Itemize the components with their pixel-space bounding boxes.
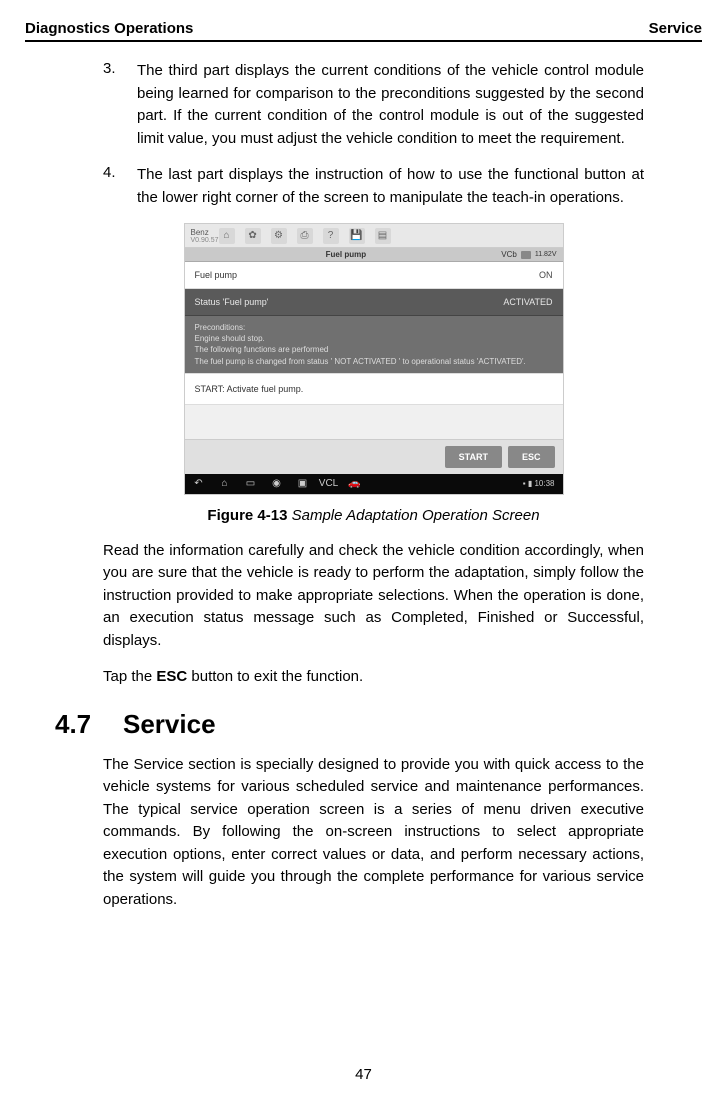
row-label: Fuel pump xyxy=(195,270,540,280)
section-number: 4.7 xyxy=(55,709,123,740)
app-icon[interactable]: ▣ xyxy=(297,478,309,490)
header-left: Diagnostics Operations xyxy=(25,20,193,37)
data-row-fuel-pump: Fuel pump ON xyxy=(185,262,563,289)
titlebar-center: Fuel pump xyxy=(191,250,502,259)
battery-value: 11.82V xyxy=(535,251,557,258)
blank-area xyxy=(185,405,563,439)
help-icon[interactable]: ? xyxy=(323,228,339,244)
preconditions-block: Preconditions: Engine should stop. The f… xyxy=(185,316,563,373)
header-right: Service xyxy=(649,20,702,37)
list-number: 4. xyxy=(103,164,137,209)
row-value: ACTIVATED xyxy=(503,297,552,307)
text-bold-esc: ESC xyxy=(156,668,187,685)
app-screenshot: Benz V0.90.57 ⌂ ✿ ⚙ ⎙ ? 💾 ▤ Fuel pump VC… xyxy=(184,223,564,495)
preconditions-line: The following functions are performed xyxy=(195,344,553,355)
home-icon[interactable]: ⌂ xyxy=(219,228,235,244)
esc-button[interactable]: ESC xyxy=(508,446,555,468)
preconditions-line: The fuel pump is changed from status ' N… xyxy=(195,356,553,367)
preconditions-title: Preconditions: xyxy=(195,322,553,333)
back-icon[interactable]: ↶ xyxy=(193,478,205,490)
section-title: Service xyxy=(123,709,216,740)
brand-version: V0.90.57 xyxy=(191,237,219,244)
page-number: 47 xyxy=(0,1066,727,1083)
app-titlebar: Fuel pump VCb 11.82V xyxy=(185,248,563,262)
instruction-row: START: Activate fuel pump. xyxy=(185,373,563,405)
nav-icons: ↶ ⌂ ▭ ◉ ▣ VCL 🚗 xyxy=(193,478,523,490)
save-icon[interactable]: 💾 xyxy=(349,228,365,244)
print-icon[interactable]: ⎙ xyxy=(297,228,313,244)
app-footer: START ESC xyxy=(185,439,563,474)
nav-home-icon[interactable]: ⌂ xyxy=(219,478,231,490)
camera-icon[interactable]: ◉ xyxy=(271,478,283,490)
car-icon[interactable]: 🚗 xyxy=(349,478,361,490)
clock: ▪ ▮ 10:38 xyxy=(523,479,555,488)
row-label: Status 'Fuel pump' xyxy=(195,297,504,307)
figure-caption: Figure 4-13 Sample Adaptation Operation … xyxy=(103,507,644,524)
content-area: 3. The third part displays the current c… xyxy=(25,60,702,911)
titlebar-right: VCb 11.82V xyxy=(501,250,556,259)
data-row-status: Status 'Fuel pump' ACTIVATED xyxy=(185,289,563,316)
vcl-text[interactable]: VCL xyxy=(323,478,335,490)
list-item-3: 3. The third part displays the current c… xyxy=(103,60,644,150)
app-topbar: Benz V0.90.57 ⌂ ✿ ⚙ ⎙ ? 💾 ▤ xyxy=(185,224,563,248)
brand-name: Benz xyxy=(191,228,209,237)
figure-number: Figure 4-13 xyxy=(207,507,287,524)
list-item-4: 4. The last part displays the instructio… xyxy=(103,164,644,209)
brand-block: Benz V0.90.57 xyxy=(191,227,219,244)
page-header: Diagnostics Operations Service xyxy=(25,20,702,42)
figure-title: Sample Adaptation Operation Screen xyxy=(287,507,539,524)
preconditions-line: Engine should stop. xyxy=(195,333,553,344)
screenshot-container: Benz V0.90.57 ⌂ ✿ ⚙ ⎙ ? 💾 ▤ Fuel pump VC… xyxy=(103,223,644,495)
list-text: The last part displays the instruction o… xyxy=(137,164,644,209)
vci-icon xyxy=(521,251,531,259)
recent-icon[interactable]: ▭ xyxy=(245,478,257,490)
list-text: The third part displays the current cond… xyxy=(137,60,644,150)
list-number: 3. xyxy=(103,60,137,150)
start-button[interactable]: START xyxy=(445,446,502,468)
row-value: ON xyxy=(539,270,553,280)
android-navbar: ↶ ⌂ ▭ ◉ ▣ VCL 🚗 ▪ ▮ 10:38 xyxy=(185,474,563,494)
paragraph-read-info: Read the information carefully and check… xyxy=(103,540,644,653)
text-pre: Tap the xyxy=(103,668,156,685)
vci-label: VCb xyxy=(501,250,517,259)
text-post: button to exit the function. xyxy=(187,668,363,685)
tool-icon[interactable]: ✿ xyxy=(245,228,261,244)
section-heading: 4.7 Service xyxy=(55,709,644,740)
data-icon[interactable]: ▤ xyxy=(375,228,391,244)
topbar-icons: ⌂ ✿ ⚙ ⎙ ? 💾 ▤ xyxy=(219,228,391,244)
gear-icon[interactable]: ⚙ xyxy=(271,228,287,244)
paragraph-service: The Service section is specially designe… xyxy=(103,754,644,912)
paragraph-tap-esc: Tap the ESC button to exit the function. xyxy=(103,666,644,689)
